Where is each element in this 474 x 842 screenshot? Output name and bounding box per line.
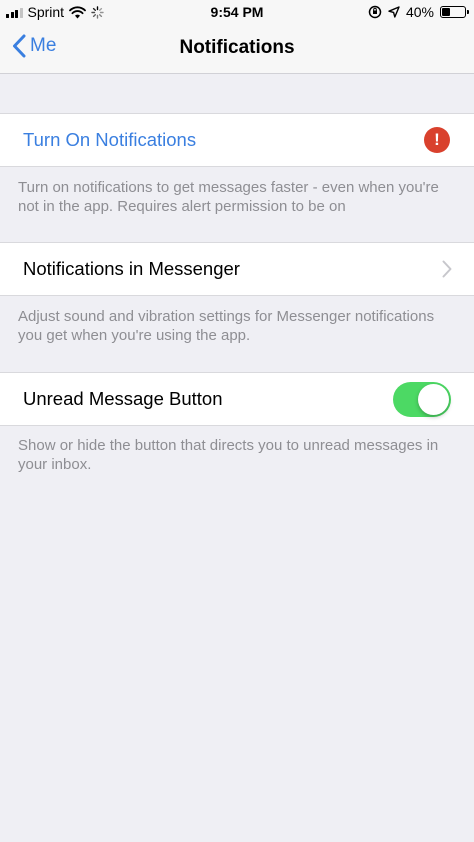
- notifications-in-messenger-label: Notifications in Messenger: [23, 258, 240, 279]
- unread-message-button-footer: Show or hide the button that directs you…: [18, 437, 439, 473]
- battery-icon: [440, 6, 469, 18]
- unread-message-button-label: Unread Message Button: [23, 388, 223, 409]
- battery-level-fill: [442, 8, 450, 16]
- toggle-knob: [418, 384, 449, 415]
- battery-percentage: 40%: [405, 4, 434, 20]
- unread-message-button-cell: Unread Message Button: [0, 372, 474, 426]
- page-title: Notifications: [179, 37, 295, 58]
- navigation-bar: Me Notifications: [0, 24, 474, 74]
- alert-icon: !: [424, 127, 450, 153]
- notifications-in-messenger-cell[interactable]: Notifications in Messenger: [0, 242, 474, 296]
- unread-message-button-toggle[interactable]: [393, 382, 451, 417]
- turn-on-notifications-label: Turn On Notifications: [23, 129, 197, 150]
- status-right: 40%: [368, 4, 469, 20]
- turn-on-notifications-cell[interactable]: Turn On Notifications !: [0, 113, 474, 167]
- turn-on-notifications-footer: Turn on notifications to get messages fa…: [18, 179, 439, 215]
- notifications-in-messenger-footer: Adjust sound and vibration settings for …: [18, 308, 435, 344]
- orientation-lock-icon: [368, 5, 382, 19]
- chevron-right-icon: [442, 260, 452, 278]
- location-arrow-icon: [388, 6, 400, 18]
- status-bar: Sprint 9:54 PM 40%: [0, 0, 474, 24]
